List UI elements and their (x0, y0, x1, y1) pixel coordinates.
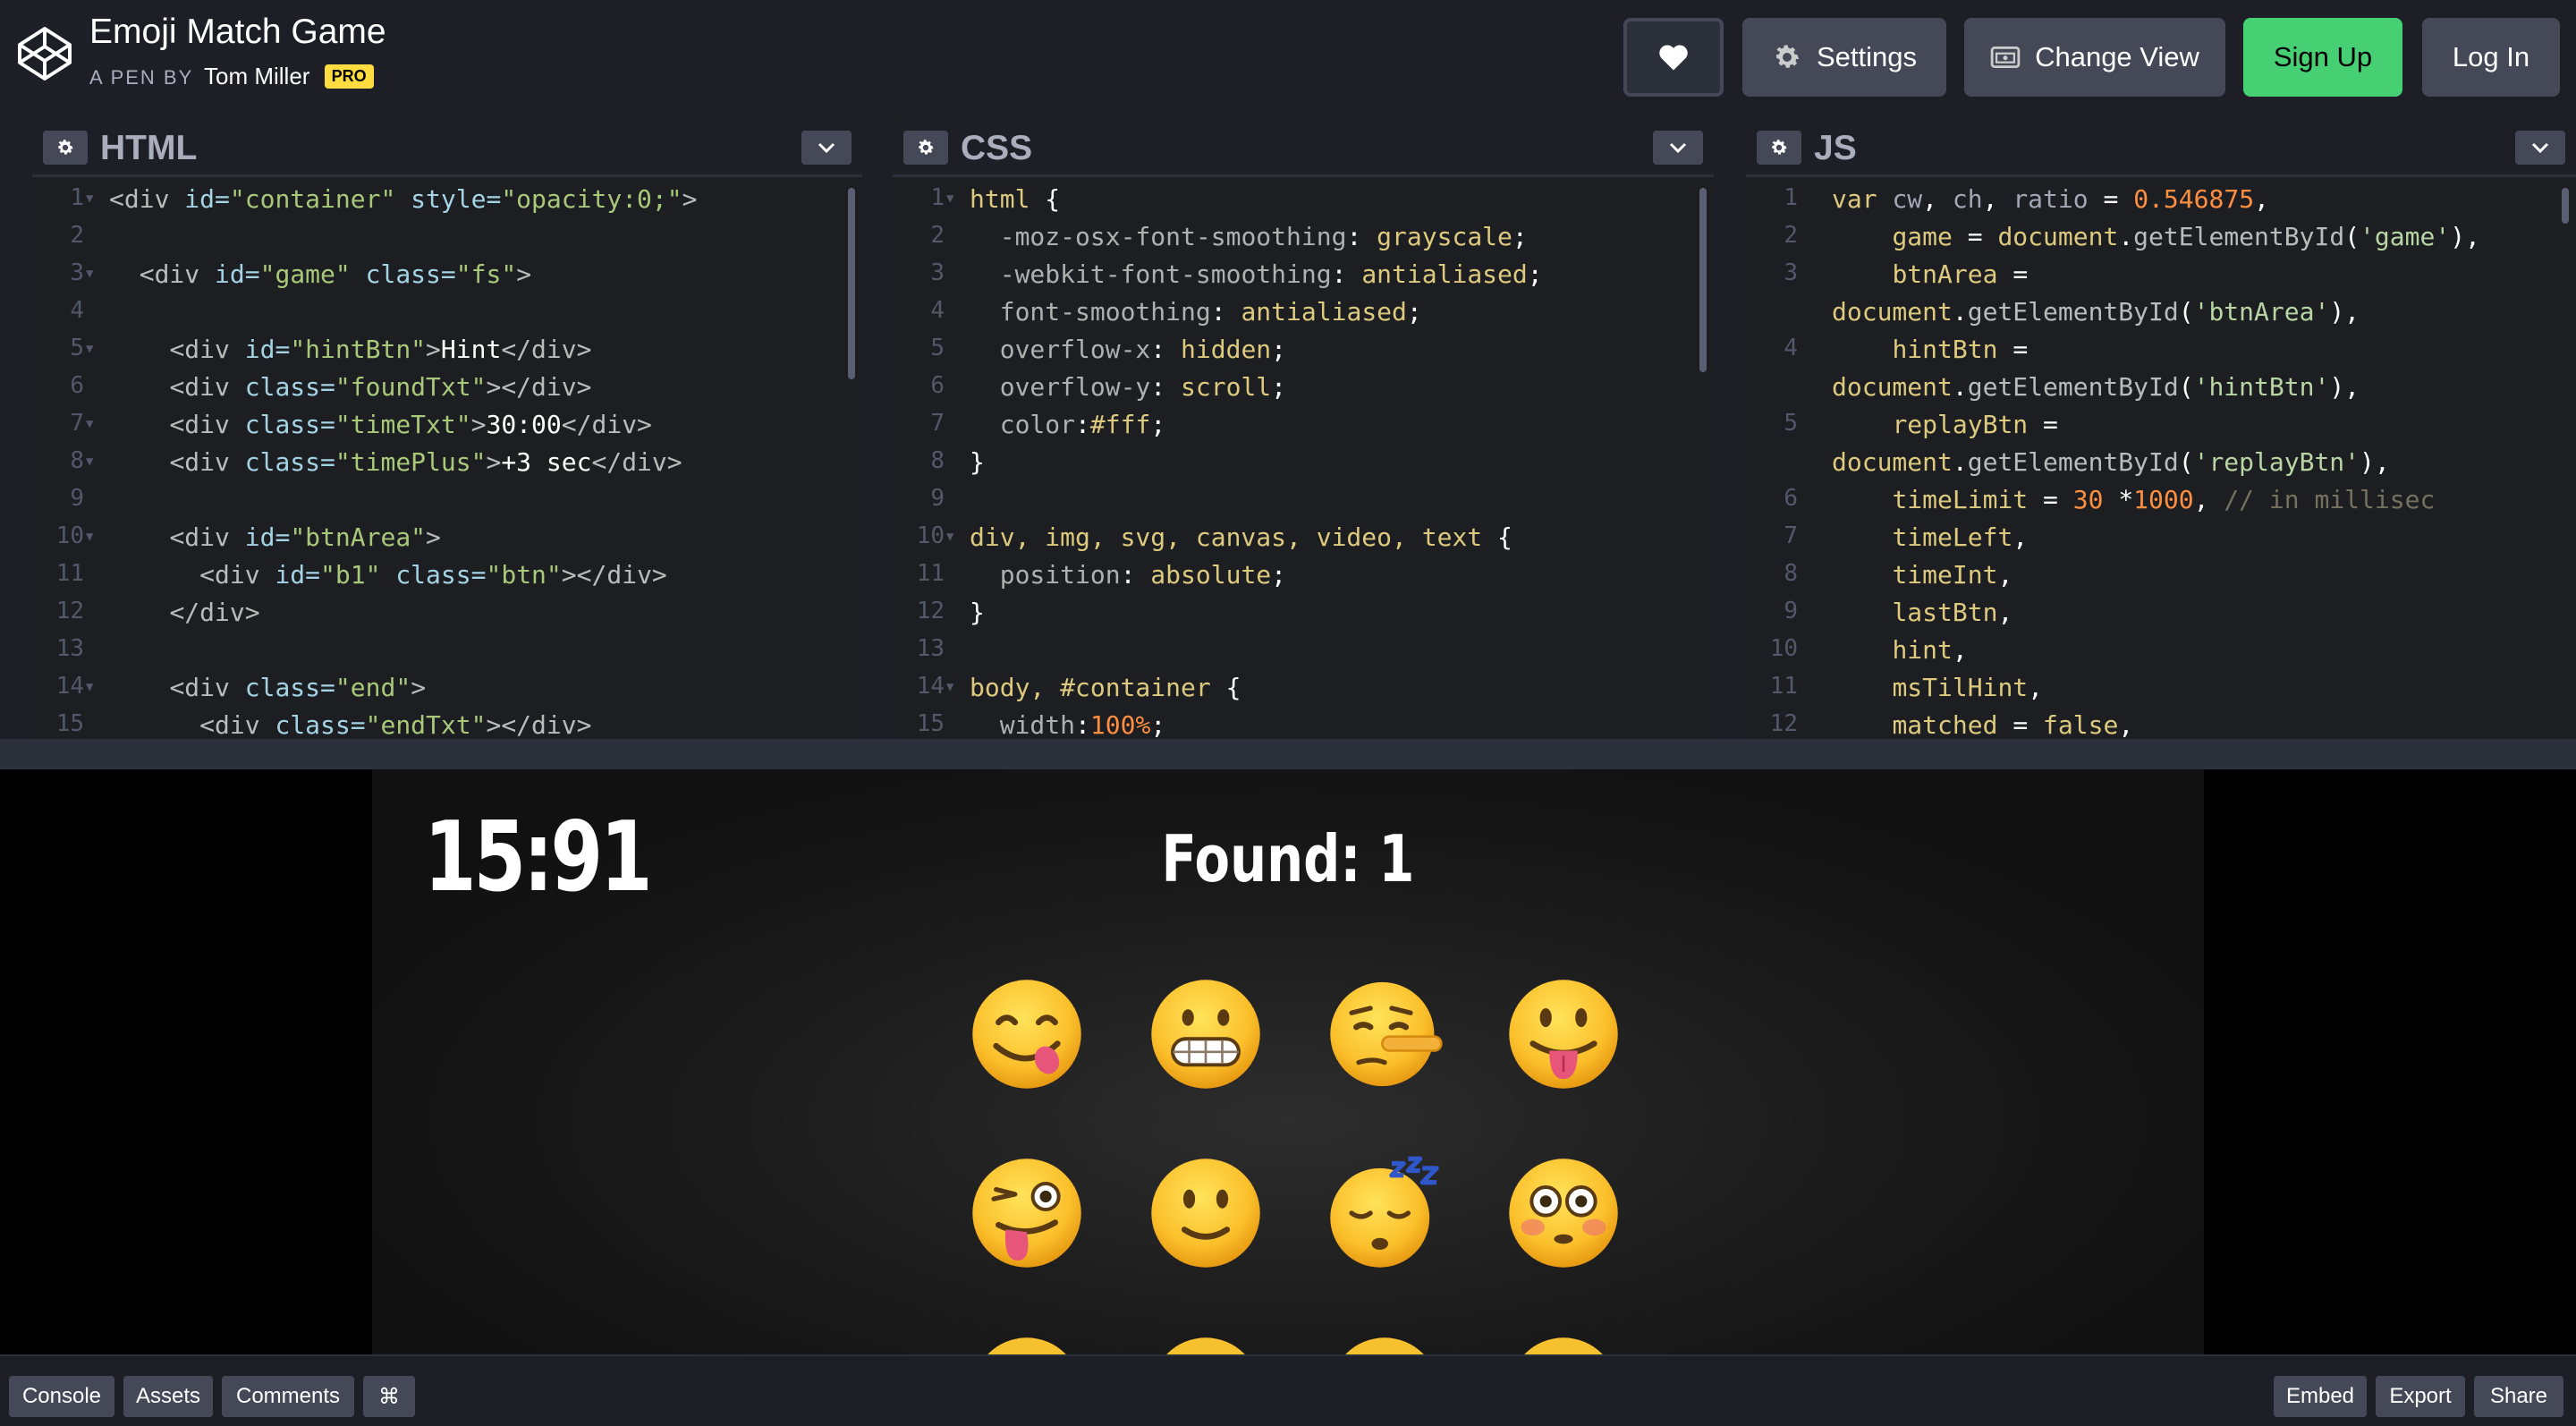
layout-icon (1990, 46, 2021, 69)
settings-button[interactable]: Settings (1742, 18, 1946, 97)
chevron-down-icon (818, 142, 835, 153)
lying-face-icon[interactable] (1326, 975, 1444, 1093)
html-scrollbar[interactable] (848, 188, 855, 379)
winking-face-with-tongue-icon[interactable] (968, 1154, 1086, 1272)
chevron-down-icon (2531, 142, 2549, 153)
byline-prefix: A PEN BY (89, 66, 193, 89)
gear-icon (1772, 140, 1787, 155)
css-pane-header: CSS (893, 118, 1714, 177)
gear-icon (919, 140, 934, 155)
share-button[interactable]: Share (2474, 1376, 2563, 1417)
js-editor-pane: JS 1 var cw, ch, ratio = 0.546875, 2 gam… (1746, 115, 2576, 739)
html-editor-pane: HTML 1 ▼ <div id="container" style="opaci… (32, 115, 862, 739)
html-pane-title: HTML (100, 129, 198, 167)
css-editor-pane: CSS 1 ▼ html { 2 -moz-osx-font-smoothing:… (893, 115, 1714, 739)
css-code[interactable]: 1 ▼ html { 2 -moz-osx-font-smoothing: gra… (893, 184, 1714, 739)
change-view-button[interactable]: Change View (1964, 18, 2225, 97)
css-collapse-button[interactable] (1653, 131, 1703, 165)
change-view-label: Change View (2035, 41, 2199, 72)
game-area: 15:91 Found: 1 (372, 769, 2204, 1354)
top-bar: Emoji Match Game A PEN BY Tom Miller PRO… (0, 0, 2576, 115)
js-settings-button[interactable] (1757, 131, 1801, 165)
bottom-bar: Console Assets Comments ⌘ Embed Export S… (0, 1354, 2576, 1426)
comments-button[interactable]: Comments (222, 1376, 354, 1417)
settings-label: Settings (1816, 41, 1917, 72)
log-in-button[interactable]: Log In (2422, 18, 2560, 97)
js-scrollbar[interactable] (2562, 188, 2569, 224)
js-pane-header: JS (1746, 118, 2576, 177)
css-settings-button[interactable] (903, 131, 948, 165)
export-button[interactable]: Export (2376, 1376, 2465, 1417)
author-link[interactable]: Tom Miller (204, 63, 309, 89)
html-pane-header: HTML (32, 118, 862, 177)
chevron-down-icon (1669, 142, 1687, 153)
slightly-smiling-face-icon[interactable] (1147, 1154, 1265, 1272)
emoji-tile-icon[interactable] (1147, 1333, 1265, 1354)
grimacing-face-icon[interactable] (1147, 975, 1265, 1093)
found-counter: Found: 1 (1161, 821, 1415, 896)
gear-icon (58, 140, 73, 155)
emoji-tile-icon[interactable] (1504, 1333, 1623, 1354)
love-button[interactable] (1623, 18, 1724, 97)
pen-title: Emoji Match Game (89, 13, 386, 51)
pro-badge: PRO (324, 64, 374, 89)
emoji-tile-icon[interactable] (1326, 1333, 1444, 1354)
html-settings-button[interactable] (43, 131, 88, 165)
sleeping-face-icon[interactable] (1326, 1154, 1444, 1272)
gear-icon (1776, 45, 1800, 68)
preview-frame: 15:91 Found: 1 (0, 769, 2576, 1354)
js-collapse-button[interactable] (2515, 131, 2565, 165)
pen-byline: A PEN BY Tom Miller PRO (89, 63, 374, 90)
css-pane-title: CSS (961, 129, 1033, 167)
resize-handle[interactable] (0, 739, 2576, 769)
heart-icon (1659, 45, 1688, 71)
embed-button[interactable]: Embed (2274, 1376, 2367, 1417)
keyboard-shortcuts-button[interactable]: ⌘ (363, 1376, 415, 1417)
html-code[interactable]: 1 ▼ <div id="container" style="opacity:0;… (32, 184, 862, 739)
css-scrollbar[interactable] (1699, 188, 1707, 372)
console-button[interactable]: Console (9, 1376, 114, 1417)
html-collapse-button[interactable] (801, 131, 852, 165)
face-with-tongue-icon[interactable] (1504, 975, 1623, 1093)
js-pane-title: JS (1814, 129, 1857, 167)
sign-up-button[interactable]: Sign Up (2243, 18, 2402, 97)
js-code[interactable]: 1 var cw, ch, ratio = 0.546875, 2 game =… (1746, 184, 2576, 739)
emoji-tile-icon[interactable] (968, 1333, 1086, 1354)
assets-button[interactable]: Assets (123, 1376, 213, 1417)
codepen-logo-icon[interactable] (16, 25, 73, 82)
face-savoring-food-icon[interactable] (968, 975, 1086, 1093)
flushed-face-icon[interactable] (1504, 1154, 1623, 1272)
